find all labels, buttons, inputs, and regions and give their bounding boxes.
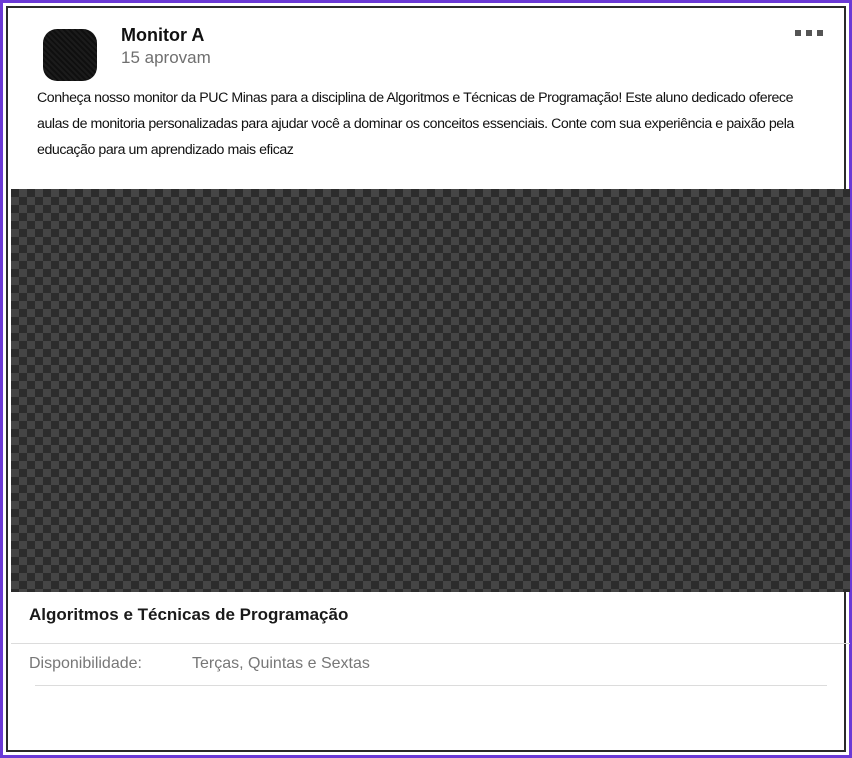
- course-title: Algoritmos e Técnicas de Programação: [29, 605, 349, 624]
- availability-label: Disponibilidade:: [29, 655, 142, 672]
- approvals-count: 15 aprovam: [121, 48, 211, 67]
- divider: [35, 685, 827, 686]
- dot: [817, 30, 823, 36]
- author-name[interactable]: Monitor A: [121, 25, 204, 46]
- availability-value: Terças, Quintas e Sextas: [192, 655, 370, 672]
- post-card: Monitor A 15 aprovam Conheça nosso monit…: [0, 0, 852, 758]
- post-description: Conheça nosso monitor da PUC Minas para …: [37, 90, 794, 158]
- dot: [806, 30, 812, 36]
- avatar[interactable]: [43, 29, 97, 81]
- more-options-button[interactable]: [789, 23, 829, 43]
- dot: [795, 30, 801, 36]
- post-image-placeholder: [11, 189, 850, 592]
- divider: [11, 643, 850, 644]
